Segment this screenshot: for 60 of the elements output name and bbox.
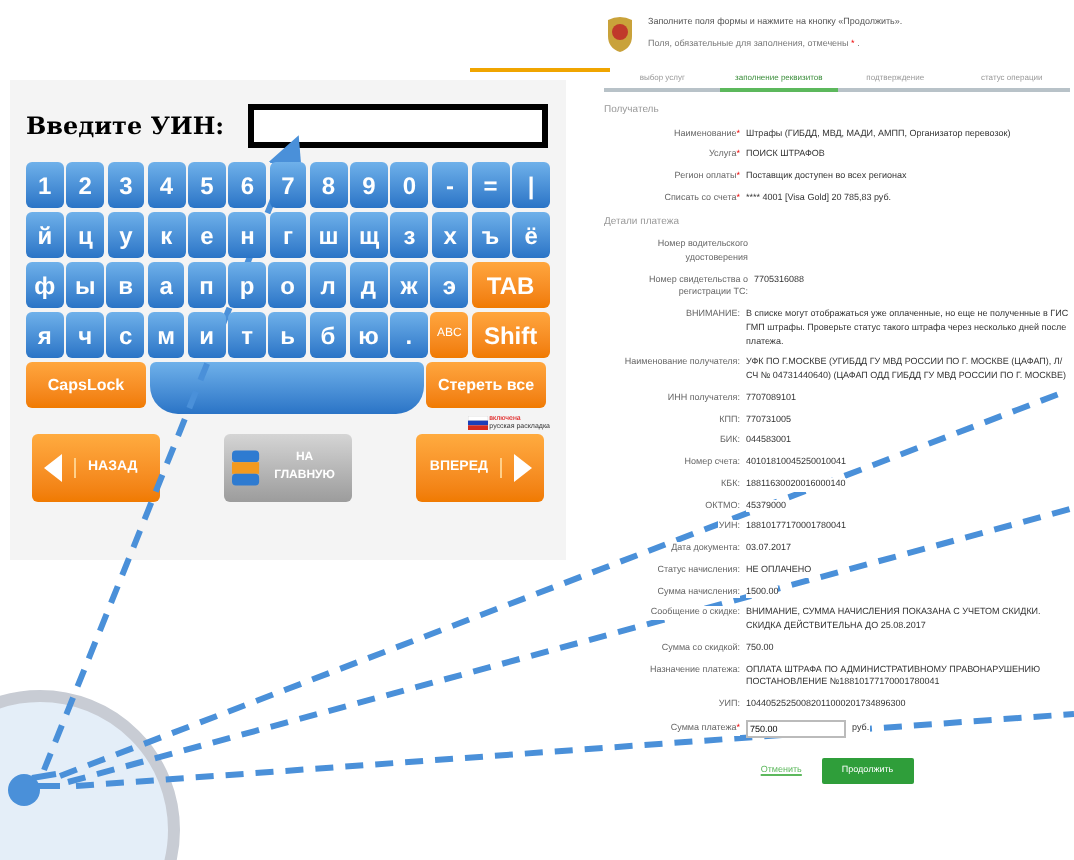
keyboard-key[interactable]: э: [430, 262, 469, 308]
pointer-icon: [4, 766, 64, 810]
keyboard-key[interactable]: г: [269, 212, 307, 258]
keyboard-key[interactable]: т: [228, 312, 266, 358]
keyboard-key[interactable]: х: [431, 212, 469, 258]
keyboard-key[interactable]: Shift: [471, 312, 551, 358]
keyboard-key[interactable]: р: [228, 262, 266, 308]
keyboard-key[interactable]: 4: [147, 162, 186, 208]
keyboard-key[interactable]: Стереть все: [426, 362, 546, 408]
keyboard-key[interactable]: .: [390, 312, 428, 358]
keyboard-key[interactable]: о: [268, 262, 307, 308]
keyboard-key[interactable]: ш: [309, 212, 348, 258]
keyboard-key[interactable]: 7: [269, 162, 307, 208]
keyboard-key[interactable]: ё: [512, 212, 550, 258]
keyboard-key[interactable]: 8: [309, 162, 348, 208]
keyboard-key[interactable]: ф: [26, 262, 64, 308]
keyboard-key[interactable]: ю: [349, 312, 388, 358]
uin-input[interactable]: [248, 104, 549, 148]
keyboard-key[interactable]: а: [147, 262, 185, 308]
keyboard-key[interactable]: л: [309, 262, 347, 308]
keyboard-key[interactable]: -: [431, 162, 469, 208]
keyboard-key[interactable]: ц: [66, 212, 105, 258]
keyboard-key[interactable]: к: [147, 212, 186, 258]
keyboard-key[interactable]: у: [107, 212, 145, 258]
keyboard-key[interactable]: ы: [66, 262, 104, 308]
keyboard-key[interactable]: 5: [188, 162, 226, 208]
keyboard-key[interactable]: я: [26, 312, 64, 358]
keyboard-key[interactable]: 3: [107, 162, 145, 208]
keyboard-key[interactable]: ж: [390, 262, 428, 308]
keyboard-key[interactable]: |: [512, 162, 550, 208]
keyboard-key[interactable]: и: [187, 312, 226, 358]
keyboard-key[interactable]: м: [147, 312, 185, 358]
uin-prompt: Введите УИН:: [26, 110, 225, 144]
keyboard-key[interactable]: 9: [350, 162, 388, 208]
keyboard-key[interactable]: 2: [66, 162, 105, 208]
keyboard-key[interactable]: з: [390, 212, 429, 258]
russian-flag-icon: [467, 415, 488, 429]
keyboard-key[interactable]: д: [349, 262, 388, 308]
keyboard-key[interactable]: е: [188, 212, 226, 258]
keyboard-key[interactable]: б: [309, 312, 347, 358]
keyboard-key[interactable]: ь: [268, 312, 307, 358]
keyboard-key[interactable]: й: [26, 212, 64, 258]
keyboard-key[interactable]: ч: [66, 312, 104, 358]
left-triangle-icon: [44, 454, 62, 482]
stack-icon: [232, 450, 260, 486]
keyboard-key[interactable]: 1: [26, 162, 64, 208]
keyboard-key[interactable]: 6: [228, 162, 267, 208]
keyboard-key[interactable]: в: [106, 262, 145, 308]
keyboard-key[interactable]: =: [471, 162, 510, 208]
keyboard-key[interactable]: с: [106, 312, 145, 358]
keyboard-key[interactable]: н: [228, 212, 267, 258]
right-triangle-icon: [514, 454, 532, 482]
keyboard-key[interactable]: щ: [350, 212, 388, 258]
keyboard-key[interactable]: ъ: [471, 212, 510, 258]
emblem-icon: [604, 16, 636, 52]
space-key[interactable]: [149, 362, 423, 414]
keyboard-key[interactable]: 0: [390, 162, 429, 208]
keyboard-key[interactable]: TAB: [471, 262, 551, 308]
keyboard-key[interactable]: CapsLock: [26, 362, 146, 408]
keyboard-key[interactable]: п: [187, 262, 226, 308]
